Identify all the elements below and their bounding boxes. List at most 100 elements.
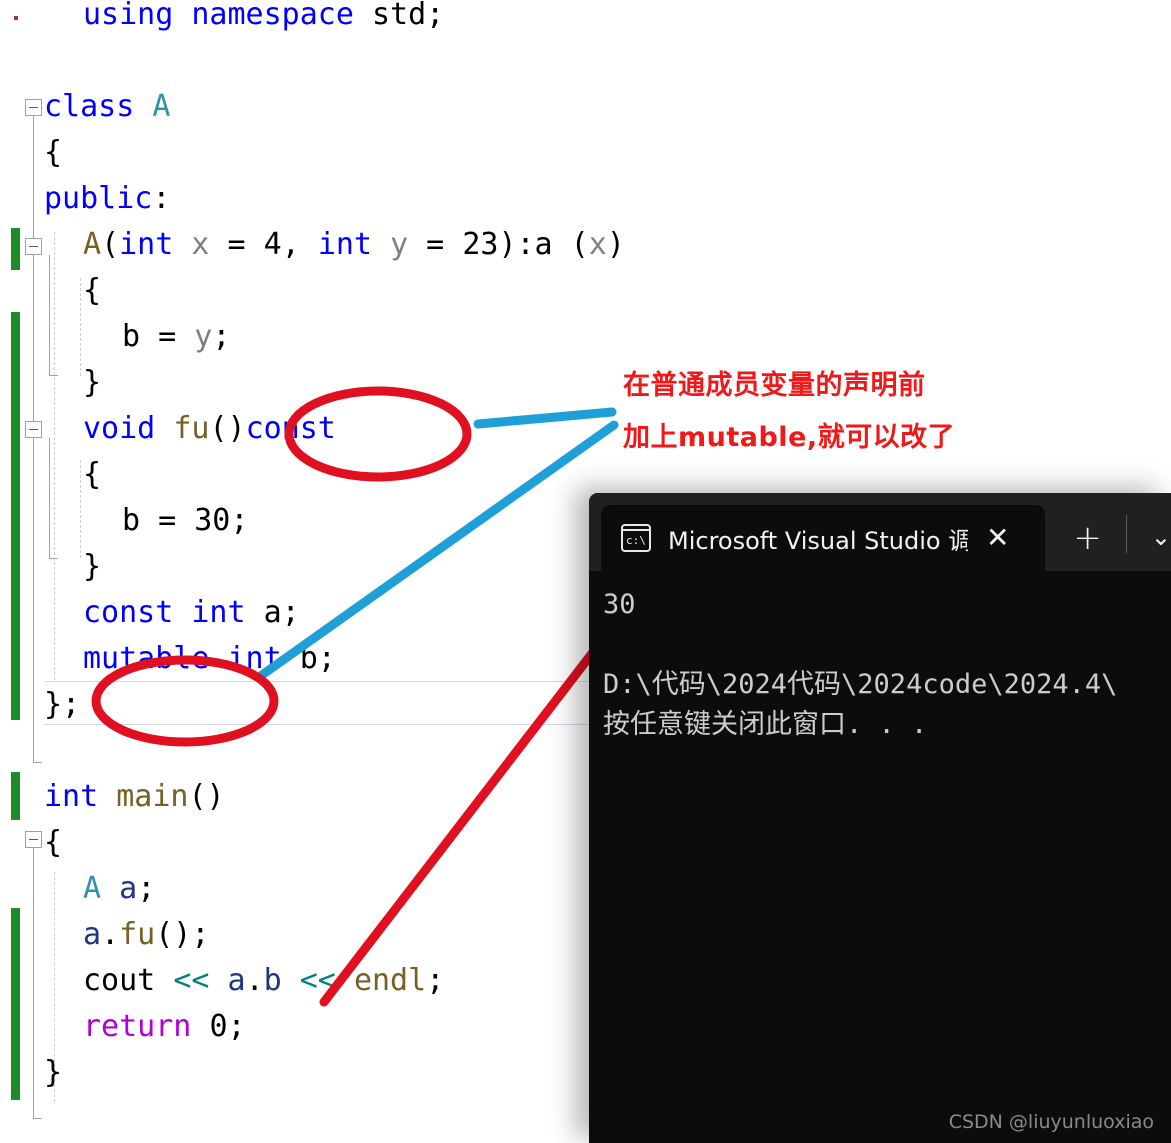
code-token: void: [83, 411, 156, 446]
code-token: b;: [281, 641, 336, 676]
fold-toggle-main[interactable]: [25, 831, 42, 848]
fold-toggle-constructor[interactable]: [25, 238, 42, 255]
code-token: x: [588, 227, 607, 262]
code-line[interactable]: a.fu();: [44, 912, 209, 958]
code-line[interactable]: {: [44, 268, 101, 314]
code-line[interactable]: A a;: [44, 866, 155, 912]
code-token: <<: [299, 963, 336, 998]
code-line[interactable]: return 0;: [44, 1004, 246, 1050]
code-line[interactable]: };: [44, 682, 80, 728]
terminal-tab-title: Microsoft Visual Studio 调试控: [668, 526, 968, 555]
close-icon[interactable]: ✕: [986, 524, 1009, 552]
console-icon: c:\: [621, 524, 651, 552]
console-icon-label: c:\: [626, 534, 646, 547]
code-token: y: [194, 319, 213, 354]
code-line[interactable]: }: [44, 1050, 62, 1096]
code-token: int: [191, 595, 246, 630]
code-token: const: [83, 595, 174, 630]
code-token: const: [245, 411, 336, 446]
code-token: fu: [173, 411, 210, 446]
fold-toggle-fu[interactable]: [25, 421, 42, 438]
code-token: .: [245, 963, 264, 998]
terminal-line: D:\代码\2024代码\2024code\2024.4\: [603, 669, 1118, 700]
code-token: ):a (: [498, 227, 589, 262]
code-line[interactable]: cout << a.b << endl;: [44, 958, 444, 1004]
code-token: mutable: [83, 641, 210, 676]
code-token: (): [188, 779, 225, 814]
code-line[interactable]: using namespace std;: [44, 0, 444, 38]
code-line[interactable]: const int a;: [44, 590, 300, 636]
code-line[interactable]: public:: [44, 176, 170, 222]
code-token: 4: [263, 227, 282, 262]
code-token: int: [317, 227, 372, 262]
code-line[interactable]: b = 30;: [44, 498, 248, 544]
code-token: a: [227, 963, 246, 998]
titlebar-divider: [1125, 515, 1127, 553]
code-token: using: [83, 0, 174, 32]
fold-toggle-class[interactable]: [25, 99, 42, 116]
fold-foot-main: [33, 1118, 42, 1119]
code-token: ;: [426, 963, 445, 998]
fold-line-class: [33, 116, 34, 762]
code-token: x: [191, 227, 210, 262]
code-token: ): [606, 227, 625, 262]
code-token: int: [44, 779, 99, 814]
code-token: ;: [212, 319, 231, 354]
code-token: b: [122, 503, 141, 538]
change-bar-class-end: [11, 772, 20, 820]
terminal-tab[interactable]: c:\ Microsoft Visual Studio 调试控 ✕: [601, 505, 1046, 571]
code-token: }: [44, 1055, 63, 1090]
code-line[interactable]: {: [44, 130, 62, 176]
code-token: main: [116, 779, 189, 814]
terminal-window[interactable]: c:\ Microsoft Visual Studio 调试控 ✕ + ⌄ 30…: [589, 493, 1171, 1143]
fold-line-main: [33, 848, 34, 1118]
code-token: (: [101, 227, 120, 262]
code-token: };: [44, 687, 81, 722]
code-line[interactable]: int main(): [44, 774, 225, 820]
code-token: :: [152, 181, 171, 216]
code-token: {: [83, 457, 102, 492]
terminal-titlebar[interactable]: c:\ Microsoft Visual Studio 调试控 ✕ + ⌄: [589, 493, 1171, 571]
code-line[interactable]: }: [44, 360, 101, 406]
terminal-output[interactable]: 30 D:\代码\2024代码\2024code\2024.4\ 按任意键关闭此窗口…: [589, 571, 1171, 745]
code-line[interactable]: class A: [44, 84, 170, 130]
code-token: A: [83, 227, 102, 262]
new-tab-icon[interactable]: +: [1073, 521, 1102, 555]
change-bar-main-body: [11, 908, 20, 1100]
code-token: b: [263, 963, 282, 998]
code-token: 0: [209, 1009, 228, 1044]
editor-bookmark-dot: [14, 16, 18, 20]
chevron-down-icon[interactable]: ⌄: [1151, 525, 1171, 549]
code-token: int: [119, 227, 174, 262]
code-token: <<: [173, 963, 210, 998]
code-line[interactable]: b = y;: [44, 314, 230, 360]
code-line[interactable]: A(int x = 4, int y = 23):a (x): [44, 222, 625, 268]
code-token: 23: [462, 227, 499, 262]
fold-foot-class: [33, 762, 42, 763]
terminal-line: 按任意键关闭此窗口. . .: [603, 709, 928, 740]
code-line[interactable]: {: [44, 820, 62, 866]
annotation-note-line2: 加上mutable,就可以改了: [623, 422, 956, 453]
code-line[interactable]: {: [44, 452, 101, 498]
code-token: namespace: [191, 0, 354, 32]
code-token: {: [83, 273, 102, 308]
code-token: }: [83, 549, 102, 584]
code-token: std;: [353, 0, 445, 32]
code-line[interactable]: mutable int b;: [44, 636, 336, 682]
code-token: cout: [83, 963, 156, 998]
code-line[interactable]: void fu()const: [44, 406, 336, 452]
change-bar-constructor: [11, 228, 20, 270]
code-line[interactable]: }: [44, 544, 101, 590]
code-token: ;: [137, 871, 156, 906]
code-token: return: [83, 1009, 192, 1044]
